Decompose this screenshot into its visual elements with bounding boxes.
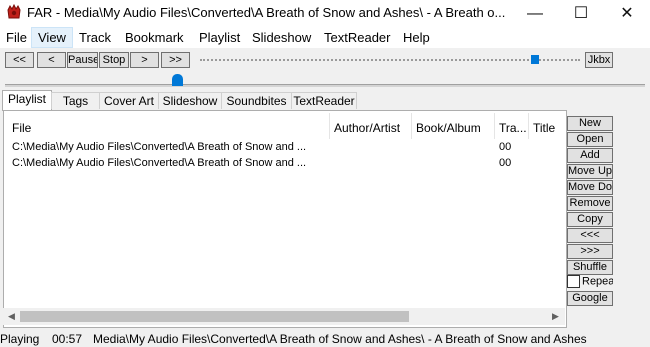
jukebox-button[interactable]: Jkbx [585, 52, 613, 68]
tab-tags[interactable]: Tags [51, 92, 100, 109]
transport-toolbar: << < Pause Stop > >> Jkbx [0, 50, 650, 70]
new-button[interactable]: New [567, 116, 613, 131]
column-header-track[interactable]: Tra... [499, 121, 527, 135]
google-button[interactable]: Google [567, 291, 613, 306]
add-button[interactable]: Add [567, 148, 613, 163]
menu-playlist[interactable]: Playlist [193, 28, 246, 47]
tab-cover-art[interactable]: Cover Art [99, 92, 159, 109]
menu-file[interactable]: File [0, 28, 33, 47]
status-state: Playing [0, 332, 40, 346]
status-time: 00:57 [52, 332, 83, 346]
checkbox-box[interactable] [567, 275, 580, 288]
playlist-panel: File Author/Artist Book/Album Tra... Tit… [3, 110, 567, 328]
move-down-button[interactable]: Move Down [567, 180, 613, 195]
far-app-icon [7, 4, 21, 19]
row-track: 00 [499, 141, 512, 153]
repeat-checkbox[interactable]: Repeat [567, 275, 613, 290]
previous-button[interactable]: <<< [567, 228, 613, 243]
column-header-album[interactable]: Book/Album [416, 121, 481, 135]
copy-button[interactable]: Copy [567, 212, 613, 227]
tab-slideshow[interactable]: Slideshow [158, 92, 222, 109]
volume-thumb[interactable] [531, 55, 539, 64]
row-track: 00 [499, 157, 512, 169]
forward-fast-button[interactable]: >> [161, 52, 190, 68]
minimize-button[interactable]: — [512, 0, 558, 27]
position-slider-track[interactable] [5, 84, 645, 87]
maximize-button[interactable]: ☐ [558, 0, 604, 27]
column-divider[interactable] [329, 113, 330, 139]
window-title: FAR - Media\My Audio Files\Converted\A B… [27, 5, 506, 20]
repeat-label: Repeat [582, 275, 613, 288]
column-divider[interactable] [494, 113, 495, 139]
forward-button[interactable]: > [130, 52, 159, 68]
scroll-right-icon[interactable]: ▶ [552, 311, 559, 322]
open-button[interactable]: Open [567, 132, 613, 147]
remove-button[interactable]: Remove [567, 196, 613, 211]
column-header-file[interactable]: File [12, 121, 31, 135]
title-bar: FAR - Media\My Audio Files\Converted\A B… [0, 0, 650, 27]
rewind-fast-button[interactable]: << [5, 52, 34, 68]
menu-bookmark[interactable]: Bookmark [119, 28, 190, 47]
pause-button[interactable]: Pause [67, 52, 98, 68]
menu-textreader[interactable]: TextReader [318, 28, 396, 47]
menu-track[interactable]: Track [73, 28, 117, 47]
column-header-title[interactable]: Title [533, 121, 555, 135]
menu-help[interactable]: Help [397, 28, 436, 47]
column-header-author[interactable]: Author/Artist [334, 121, 400, 135]
next-button[interactable]: >>> [567, 244, 613, 259]
column-divider[interactable] [528, 113, 529, 139]
close-button[interactable]: ✕ [604, 0, 650, 27]
volume-track[interactable] [200, 59, 580, 61]
scroll-left-icon[interactable]: ◀ [8, 311, 15, 322]
menu-slideshow[interactable]: Slideshow [246, 28, 317, 47]
menu-bar: File View Track Bookmark Playlist Slides… [0, 27, 650, 48]
status-bar: Playing 00:57 Media\My Audio Files\Conve… [0, 331, 650, 347]
tab-strip: Playlist Tags Cover Art Slideshow Soundb… [0, 90, 650, 111]
tab-textreader[interactable]: TextReader [291, 92, 357, 109]
tab-soundbites[interactable]: Soundbites [221, 92, 292, 109]
column-divider[interactable] [411, 113, 412, 139]
shuffle-button[interactable]: Shuffle [567, 260, 613, 275]
move-up-button[interactable]: Move Up [567, 164, 613, 179]
row-file: C:\Media\My Audio Files\Converted\A Brea… [12, 157, 307, 169]
menu-view[interactable]: View [31, 27, 73, 48]
status-path: Media\My Audio Files\Converted\A Breath … [93, 332, 587, 346]
horizontal-scrollbar[interactable]: ◀ ▶ [3, 308, 565, 325]
stop-button[interactable]: Stop [99, 52, 129, 68]
row-file: C:\Media\My Audio Files\Converted\A Brea… [12, 141, 307, 153]
rewind-button[interactable]: < [37, 52, 66, 68]
tab-playlist[interactable]: Playlist [2, 90, 52, 111]
scrollbar-thumb[interactable] [20, 311, 409, 322]
position-slider-thumb[interactable] [172, 74, 183, 86]
